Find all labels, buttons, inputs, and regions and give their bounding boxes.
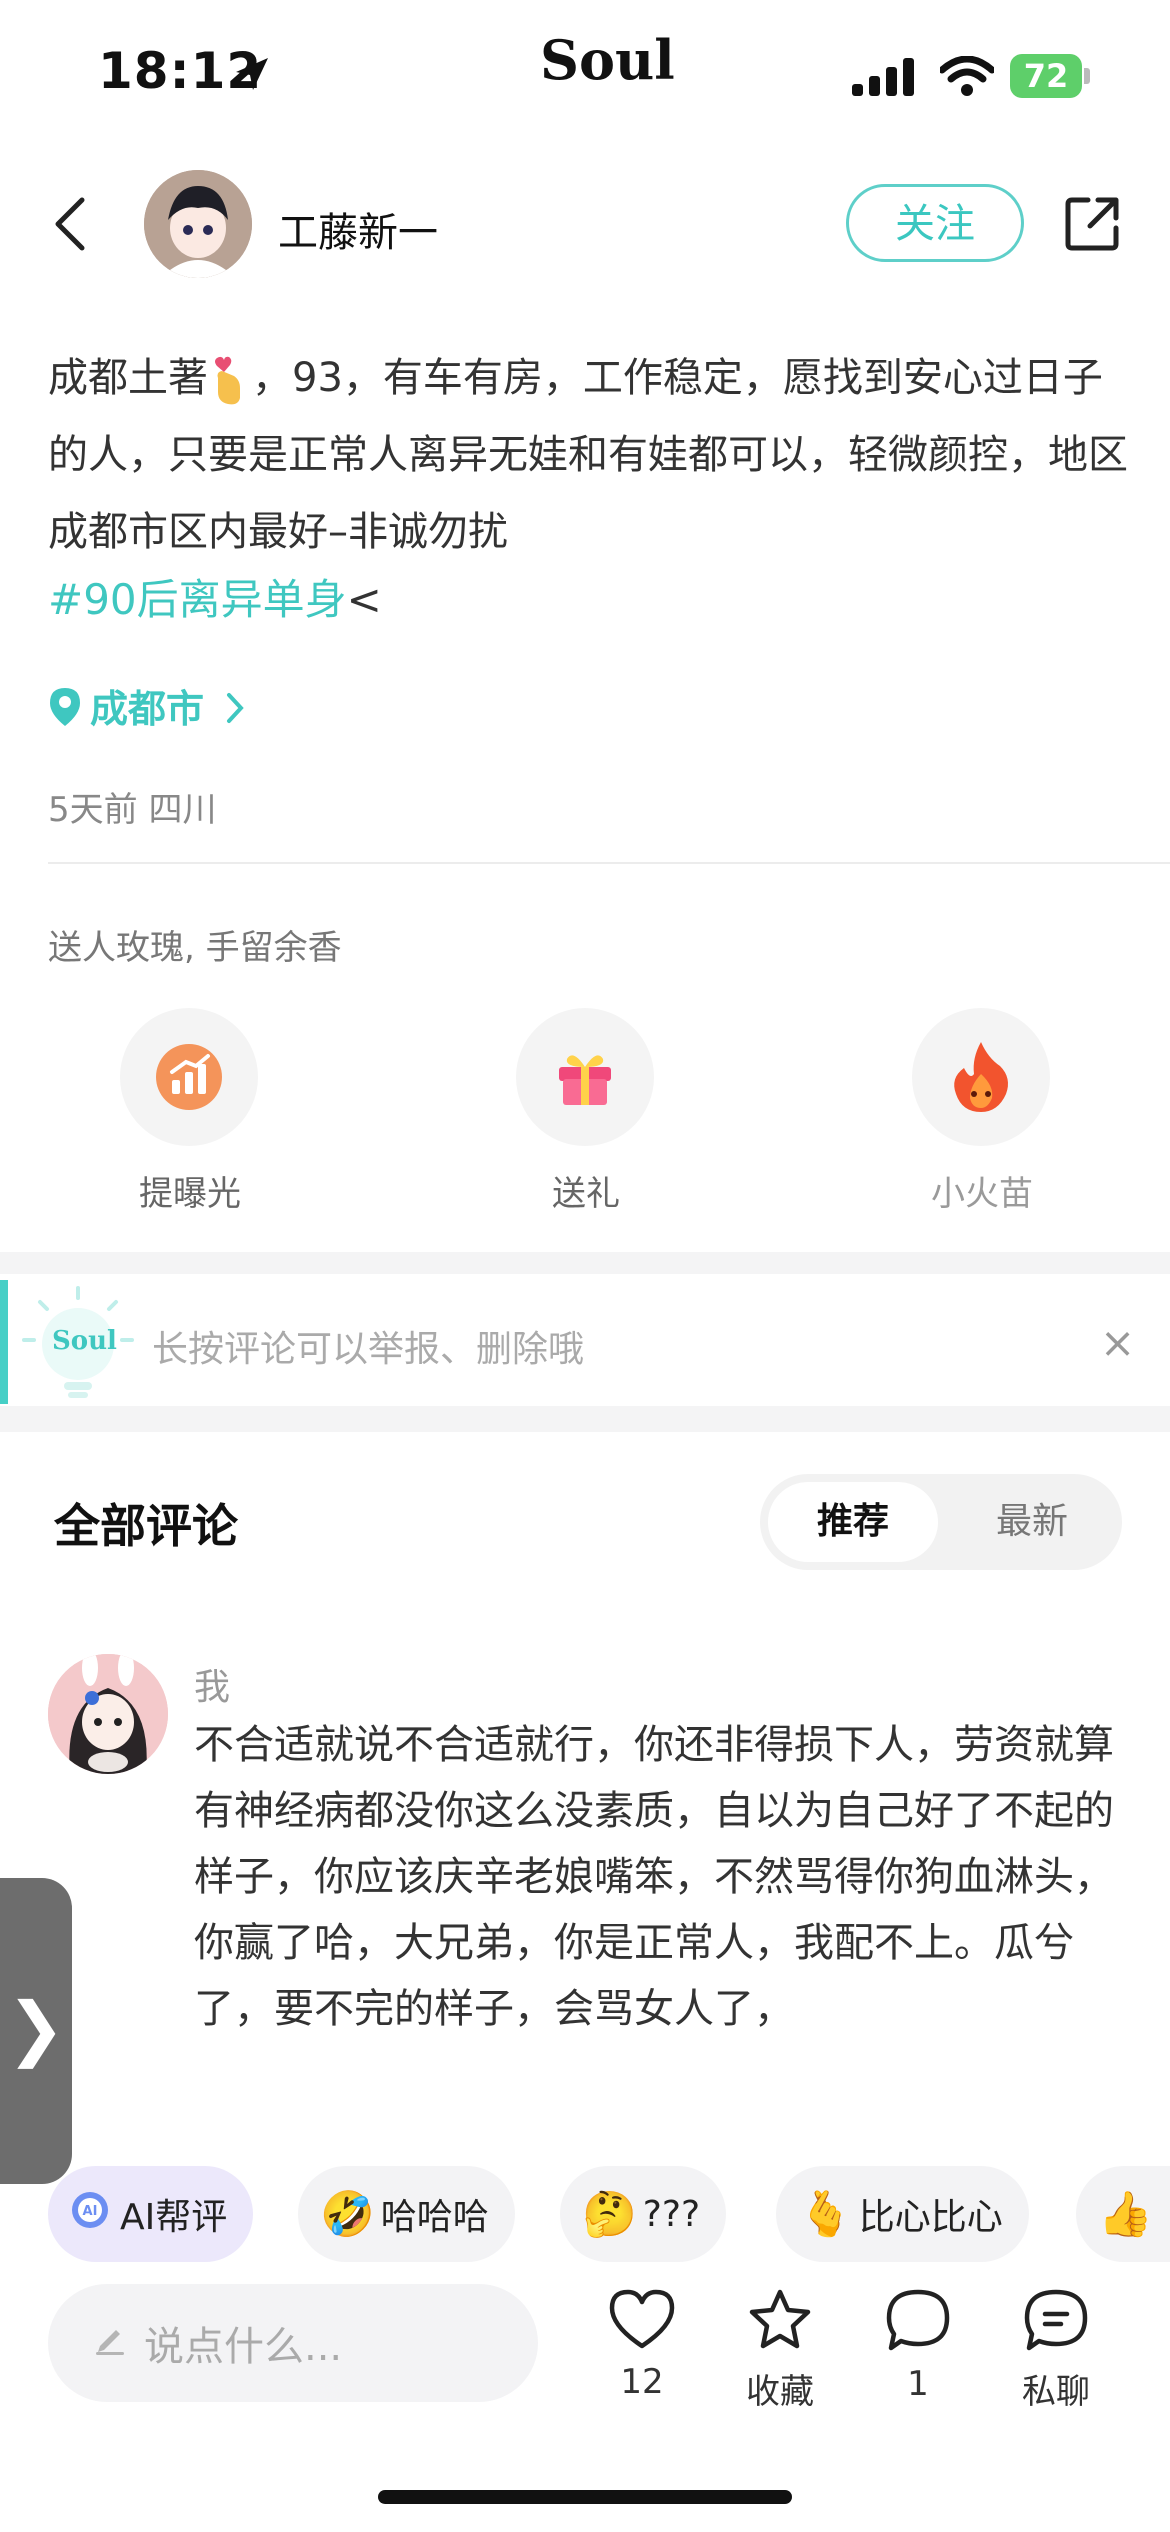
location-arrow-icon <box>232 54 272 98</box>
ai-icon: AI <box>70 2190 110 2239</box>
finger-heart-emoji-icon <box>208 355 252 405</box>
flame-label: 小火苗 <box>931 1174 1033 1214</box>
laughing-emoji-icon: 🤣 <box>320 2189 375 2240</box>
thumbs-up-emoji-icon: 👍 <box>1098 2189 1153 2240</box>
gift-action[interactable]: 送礼 <box>516 1008 656 1215</box>
sort-latest-tab[interactable]: 最新 <box>952 1482 1112 1562</box>
comment-input-placeholder: 说点什么... <box>144 2324 343 2370</box>
reaction-label: 比心比心 <box>858 2197 1003 2238</box>
tip-accent <box>0 1280 8 1404</box>
comment-text[interactable]: 不合适就说不合适就行，你还非得损下人，劳资就算有神经病都没你这么没素质，自以为自… <box>194 1712 1114 2042</box>
ai-comment-label: AI帮评 <box>120 2197 228 2238</box>
comment-input[interactable]: 说点什么... <box>48 2284 538 2402</box>
post-location[interactable]: 成都市 <box>48 678 245 737</box>
private-chat-label: 私聊 <box>1022 2372 1090 2412</box>
chat-icon <box>996 2288 1116 2356</box>
thinking-emoji-icon: 🤔 <box>582 2189 637 2240</box>
boost-icon[interactable] <box>120 1008 258 1146</box>
post-text-start: 成都土著 <box>48 355 208 401</box>
boost-action[interactable]: 提曝光 <box>120 1008 260 1215</box>
reaction-chip-heart[interactable]: 🫰 比心比心 <box>776 2166 1029 2262</box>
close-icon[interactable]: × <box>1100 1318 1135 1367</box>
flame-icon[interactable] <box>912 1008 1050 1146</box>
heart-icon <box>582 2288 702 2354</box>
comment-count: 1 <box>907 2364 929 2404</box>
share-icon[interactable] <box>1062 194 1122 258</box>
comment-bubble-icon <box>858 2288 978 2356</box>
boost-label: 提曝光 <box>139 1174 241 1214</box>
finger-heart-emoji-icon: 🫰 <box>798 2189 853 2240</box>
signal-icon <box>852 58 918 100</box>
tip-logo: Soul <box>52 1326 117 1356</box>
wifi-icon <box>938 55 996 100</box>
home-indicator[interactable] <box>378 2490 792 2504</box>
reaction-label: ??? <box>642 2193 701 2235</box>
location-label[interactable]: 成都市 <box>90 687 204 731</box>
gift-icon[interactable] <box>516 1008 654 1146</box>
comments-title: 全部评论 <box>54 1499 238 1553</box>
location-pin-icon <box>48 686 82 737</box>
gift-label: 送礼 <box>552 1174 620 1214</box>
favorite-label: 收藏 <box>746 2372 814 2412</box>
chevron-right-icon <box>225 690 245 734</box>
like-button[interactable]: 12 <box>582 2288 702 2402</box>
like-count: 12 <box>620 2362 664 2402</box>
follow-button[interactable]: 关注 <box>846 184 1024 262</box>
sort-recommended-tab[interactable]: 推荐 <box>768 1482 938 1562</box>
commenter-avatar[interactable] <box>48 1654 168 1774</box>
pencil-icon <box>92 2320 128 2366</box>
reaction-label: 哈哈哈 <box>380 2197 489 2238</box>
back-button[interactable] <box>52 196 88 256</box>
favorite-button[interactable]: 收藏 <box>720 2288 840 2413</box>
battery-tip <box>1084 68 1090 84</box>
post-content: 成都土著 ，93，有车有房，工作稳定，愿找到安心过日子的人，只要是正常人离异无娃和… <box>48 340 1128 571</box>
commenter-name[interactable]: 我 <box>194 1658 230 1710</box>
app-logo: Soul <box>540 28 675 92</box>
section-separator <box>0 1406 1170 1432</box>
gift-hint: 送人玫瑰, 手留余香 <box>48 928 342 968</box>
post-meta: 5天前 四川 <box>48 790 217 830</box>
author-avatar[interactable] <box>144 170 252 278</box>
hashtag-link[interactable]: #90后离异单身 <box>48 575 347 624</box>
post-hashtag[interactable]: #90后离异单身< <box>48 566 382 627</box>
side-drawer-tab[interactable]: ❯ <box>0 1878 72 2184</box>
svg-text:AI: AI <box>83 2204 98 2219</box>
private-chat-button[interactable]: 私聊 <box>996 2288 1116 2413</box>
reaction-chip-question[interactable]: 🤔??? <box>560 2166 727 2262</box>
hashtag-tail: < <box>346 575 382 624</box>
ai-comment-chip[interactable]: AI AI帮评 <box>48 2166 254 2262</box>
flame-action[interactable]: 小火苗 <box>912 1008 1052 1215</box>
divider <box>48 862 1170 864</box>
battery-indicator: 72 <box>1010 54 1082 98</box>
section-separator <box>0 1252 1170 1274</box>
star-icon <box>720 2288 840 2356</box>
reaction-chip-haha[interactable]: 🤣 哈哈哈 <box>298 2166 515 2262</box>
reaction-chip-thumbs[interactable]: 👍 <box>1076 2166 1170 2262</box>
comment-fade <box>0 2040 1170 2160</box>
tip-text: 长按评论可以举报、删除哦 <box>152 1329 585 1370</box>
author-name[interactable]: 工藤新一 <box>278 200 438 258</box>
comment-button[interactable]: 1 <box>858 2288 978 2404</box>
